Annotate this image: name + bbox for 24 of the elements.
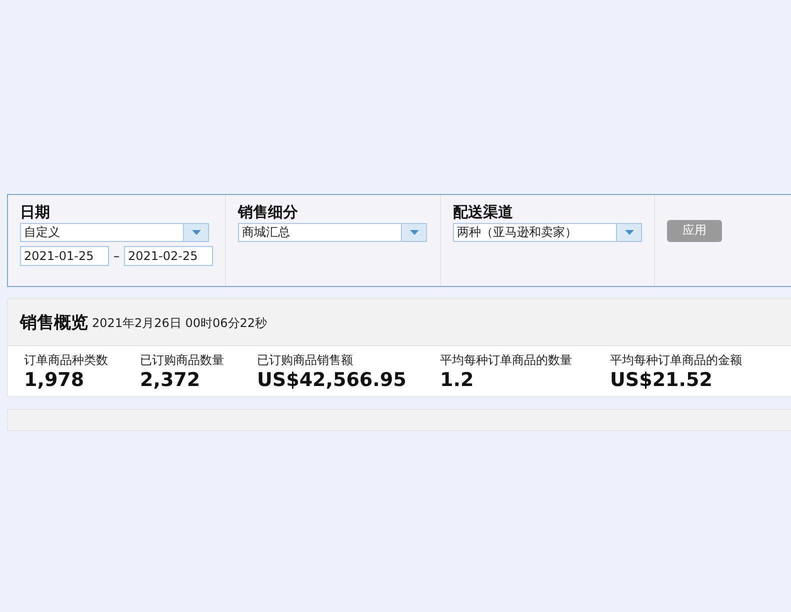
metric-label: 平均每种订单商品的数量 [440, 352, 573, 369]
metric-label: 已订购商品销售额 [257, 352, 354, 369]
metric-value: US$42,566.95 [257, 369, 408, 391]
date-separator: – [112, 249, 120, 263]
metric-label: 已订购商品数量 [140, 352, 225, 369]
caret-icon [183, 224, 208, 241]
date-field[interactable]: 2021-02-25 [124, 246, 213, 266]
metric-value: 1.2 [440, 369, 475, 391]
dropdown[interactable]: 商城汇总 [238, 223, 427, 242]
caret-icon [401, 224, 426, 241]
metric-label: 订单商品种类数 [24, 352, 109, 369]
timestamp: 2021年2月26日 00时06分22秒 [92, 315, 268, 332]
filter-label: 销售细分 [238, 203, 299, 223]
dropdown[interactable]: 自定义 [20, 223, 209, 242]
filter-label: 日期 [20, 203, 51, 223]
dropdown[interactable]: 两种（亚马逊和卖家） [453, 223, 642, 242]
metric-value: 1,978 [24, 369, 86, 391]
metric-label: 平均每种订单商品的金额 [610, 352, 743, 369]
section-title: 销售概览 [20, 312, 88, 334]
caret-icon [616, 224, 641, 241]
metric-value: 2,372 [140, 369, 202, 391]
metric-value: US$21.52 [610, 369, 714, 391]
date-field[interactable]: 2021-01-25 [20, 246, 109, 266]
filter-label: 配送渠道 [453, 203, 514, 223]
